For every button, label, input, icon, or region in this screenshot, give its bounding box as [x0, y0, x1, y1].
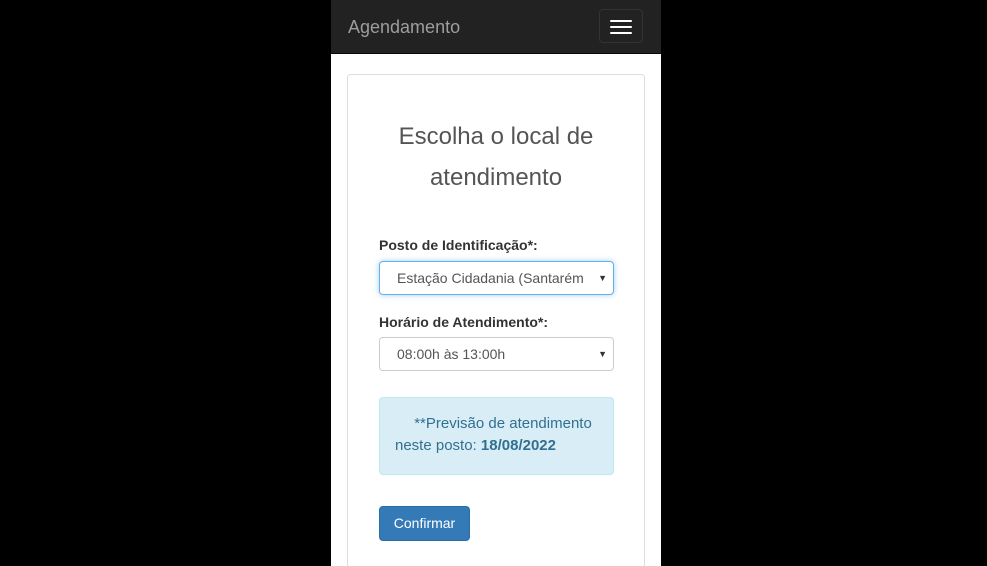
- posto-select-value: Estação Cidadania (Santarém: [397, 270, 584, 286]
- caret-down-icon: ▼: [598, 349, 607, 359]
- forecast-alert-middle: neste posto:: [395, 437, 481, 454]
- navbar-brand[interactable]: Agendamento: [348, 16, 460, 38]
- posto-select[interactable]: Estação Cidadania (Santarém ▼: [379, 261, 614, 295]
- horario-select-value: 08:00h às 13:00h: [397, 346, 506, 362]
- forecast-alert: **Previsão de atendimento neste posto: 1…: [379, 397, 614, 475]
- hamburger-icon-bar: [610, 32, 632, 34]
- forecast-alert-text: **Previsão de atendimento: [414, 415, 592, 432]
- navbar-toggle-button[interactable]: [599, 9, 643, 43]
- caret-down-icon: ▼: [598, 273, 607, 283]
- form-panel: Escolha o local de atendimento Posto de …: [347, 74, 645, 566]
- mobile-viewport: Agendamento Escolha o local de atendimen…: [331, 0, 661, 566]
- horario-select[interactable]: 08:00h às 13:00h ▼: [379, 337, 614, 371]
- page-title: Escolha o local de atendimento: [398, 123, 594, 191]
- horario-label: Horário de Atendimento*:: [379, 314, 549, 330]
- navbar: Agendamento: [331, 0, 661, 54]
- confirm-button[interactable]: Confirmar: [379, 506, 470, 541]
- posto-label: Posto de Identificação*:: [379, 237, 538, 253]
- hamburger-icon: [610, 20, 632, 22]
- hamburger-icon-bar: [610, 26, 632, 28]
- forecast-date: 18/08/2022: [480, 437, 556, 454]
